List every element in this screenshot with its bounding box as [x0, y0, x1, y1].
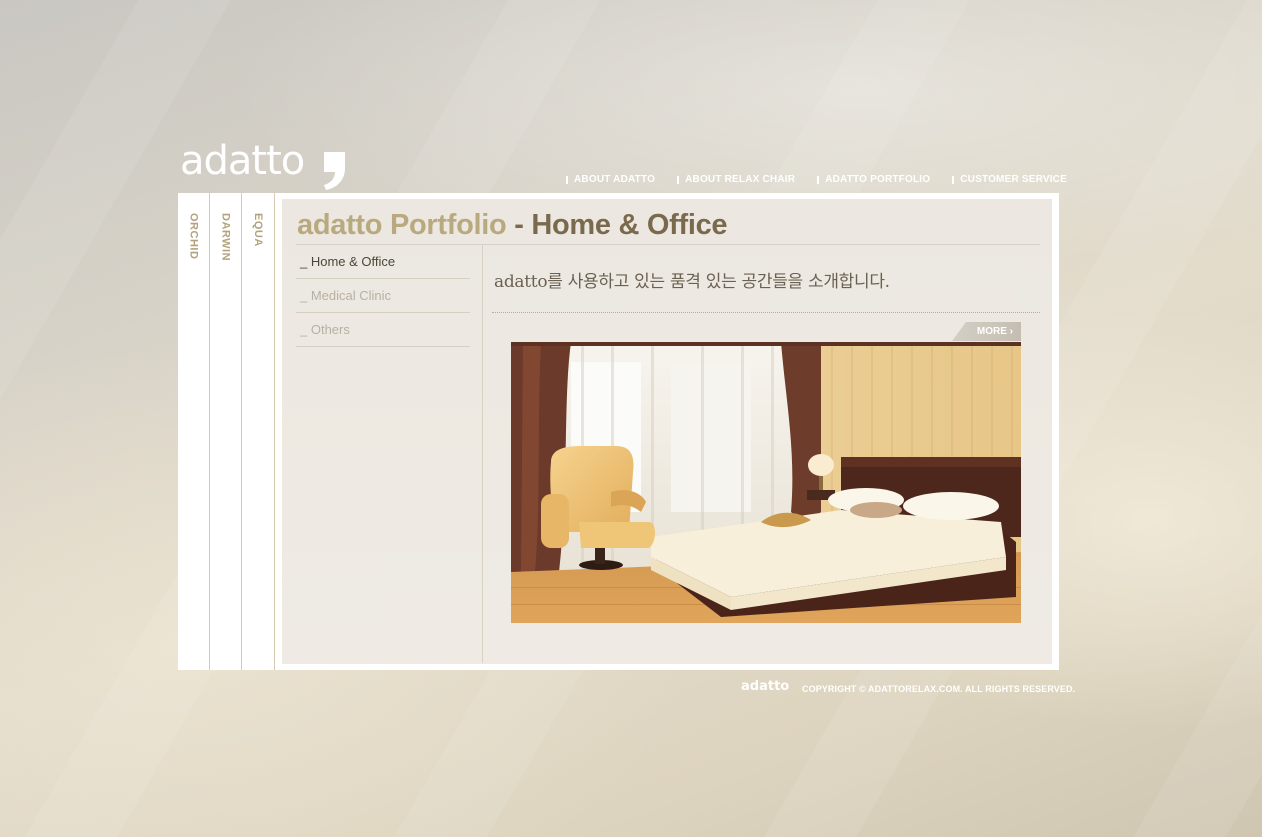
side-tab-label: EQUA [252, 213, 264, 247]
nav-adatto-portfolio[interactable]: ADATTO PORTFOLIO [817, 174, 930, 185]
intro-text: adatto를 사용하고 있는 품격 있는 공간들을 소개합니다. [494, 272, 890, 292]
more-button[interactable]: MORE › [952, 322, 1021, 341]
sub-nav-medical-clinic[interactable]: _ Medical Clinic [296, 279, 470, 313]
nav-about-relax-chair[interactable]: ABOUT RELAX CHAIR [677, 174, 795, 185]
side-tab-label: DARWIN [219, 213, 232, 262]
sub-nav-others[interactable]: _ Others [296, 313, 470, 347]
page-title: adatto Portfolio - Home & Office [297, 209, 728, 242]
nav-about-adatto[interactable]: ABOUT ADATTO [566, 174, 655, 185]
sub-navigation: _ Home & Office _ Medical Clinic _ Other… [296, 245, 470, 347]
top-navigation: ABOUT ADATTO ABOUT RELAX CHAIR ADATTO PO… [566, 174, 1067, 185]
footer-logo: adatto [741, 679, 790, 694]
side-tab-equa[interactable]: EQUA [242, 193, 275, 670]
sub-nav-home-office[interactable]: _ Home & Office [296, 245, 470, 279]
site-logo[interactable]: adatto [180, 138, 305, 184]
content-panel: adatto Portfolio - Home & Office _ Home … [282, 199, 1052, 664]
logo-comma-mark-icon [324, 152, 345, 190]
side-tab-orchid[interactable]: ORCHID [178, 193, 210, 670]
main-frame: ORCHID DARWIN EQUA adatto Portfolio - Ho… [178, 193, 1059, 670]
page-title-sub: - Home & Office [514, 209, 728, 241]
dotted-divider [492, 312, 1040, 313]
side-tab-label: ORCHID [187, 213, 200, 260]
side-tab-darwin[interactable]: DARWIN [210, 193, 242, 670]
column-divider [482, 245, 483, 663]
footer-copyright: COPYRIGHT © ADATTORELAX.COM. ALL RIGHTS … [802, 684, 1076, 694]
page-title-main: adatto Portfolio [297, 209, 507, 241]
bedroom-photo-illustration [511, 342, 1021, 623]
portfolio-photo[interactable] [511, 342, 1021, 623]
nav-customer-service[interactable]: CUSTOMER SERVICE [952, 174, 1067, 185]
